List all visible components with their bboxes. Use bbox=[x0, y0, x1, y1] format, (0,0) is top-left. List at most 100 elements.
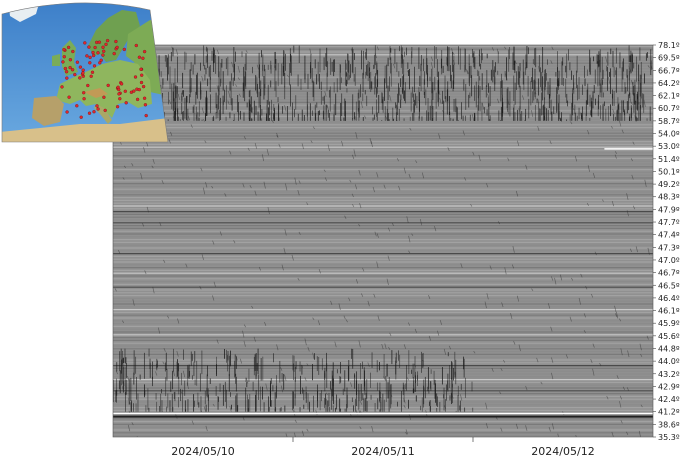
y-tick-label: 35.3º bbox=[658, 433, 680, 442]
y-tick-label: 47.9º bbox=[658, 205, 680, 214]
y-tick-label: 51.4º bbox=[658, 155, 680, 164]
station-marker bbox=[60, 85, 64, 89]
station-marker bbox=[141, 84, 146, 89]
station-marker bbox=[87, 111, 92, 115]
y-tick-label: 53.0º bbox=[658, 142, 680, 151]
y-tick-label: 42.9º bbox=[658, 382, 680, 391]
station-marker bbox=[65, 76, 69, 80]
station-marker bbox=[71, 49, 75, 54]
station-marker bbox=[89, 74, 93, 78]
station-marker bbox=[117, 87, 121, 92]
station-marker bbox=[92, 64, 97, 68]
station-marker bbox=[142, 96, 147, 100]
station-marker bbox=[91, 53, 96, 58]
magnetometer-chart: 78.1º 69.5º 66.7º 64.2º 62.1º 60.7º 58.7º 54.0º… bbox=[1, 2, 680, 458]
station-marker bbox=[103, 108, 107, 113]
x-tick-label: 2024/05/10 bbox=[171, 445, 234, 458]
station-marker bbox=[81, 71, 85, 75]
station-marker bbox=[104, 42, 108, 47]
station-marker bbox=[61, 60, 65, 64]
y-tick-label: 46.1º bbox=[658, 307, 680, 316]
station-marker bbox=[78, 76, 82, 80]
station-marker bbox=[115, 105, 120, 109]
station-marker bbox=[134, 43, 138, 48]
station-marker bbox=[137, 87, 141, 92]
station-marker bbox=[117, 92, 121, 96]
plot-area bbox=[113, 45, 653, 437]
x-tick-label: 2024/05/12 bbox=[531, 445, 594, 458]
station-marker bbox=[75, 104, 79, 108]
station-marker bbox=[97, 40, 102, 44]
y-tick-label: 50.1º bbox=[658, 167, 680, 176]
y-tick-label: 62.1º bbox=[658, 92, 680, 101]
station-marker bbox=[85, 54, 89, 58]
y-tick-label: 58.7º bbox=[658, 117, 680, 126]
station-marker bbox=[102, 49, 106, 53]
y-tick-label: 41.2º bbox=[658, 408, 680, 417]
y-tick-label: 43.2º bbox=[658, 370, 680, 379]
station-marker bbox=[124, 101, 128, 105]
station-marker bbox=[98, 61, 102, 65]
station-marker bbox=[112, 51, 116, 56]
y-tick-label: 46.5º bbox=[658, 281, 680, 290]
station-marker bbox=[86, 83, 90, 88]
station-marker bbox=[73, 72, 77, 77]
y-tick-label: 45.6º bbox=[658, 332, 680, 341]
station-marker bbox=[91, 50, 95, 55]
station-marker bbox=[93, 45, 97, 50]
y-tick-label: 49.2º bbox=[658, 180, 680, 189]
station-marker bbox=[68, 58, 73, 62]
y-tick-label: 38.6º bbox=[658, 420, 680, 429]
y-tick-label: 44.8º bbox=[658, 344, 680, 353]
station-marker bbox=[101, 53, 105, 57]
station-marker bbox=[135, 97, 140, 102]
station-marker bbox=[67, 95, 71, 99]
station-marker bbox=[96, 107, 100, 111]
station-marker bbox=[106, 83, 110, 88]
y-tick-label: 47.4º bbox=[658, 231, 680, 240]
station-marker bbox=[95, 104, 99, 108]
station-marker bbox=[88, 61, 92, 65]
station-marker bbox=[123, 89, 127, 93]
station-marker bbox=[139, 80, 144, 85]
station-marker bbox=[78, 65, 83, 69]
y-tick-label: 42.4º bbox=[658, 395, 680, 404]
y-tick-label: 66.7º bbox=[658, 66, 680, 75]
station-marker bbox=[140, 73, 144, 77]
station-marker bbox=[65, 110, 69, 114]
station-marker bbox=[81, 68, 85, 72]
station-marker bbox=[96, 51, 100, 55]
station-marker bbox=[129, 90, 134, 94]
station-marker bbox=[105, 38, 110, 43]
y-axis: 78.1º 69.5º 66.7º 64.2º 62.1º 60.7º 58.7º 54.0º… bbox=[653, 41, 680, 442]
station-marker bbox=[119, 82, 124, 86]
station-marker bbox=[118, 97, 122, 101]
europe-inset-map bbox=[1, 2, 169, 143]
station-marker bbox=[133, 75, 138, 79]
station-marker bbox=[68, 65, 72, 70]
station-marker bbox=[115, 45, 119, 50]
station-marker bbox=[75, 60, 80, 64]
station-marker bbox=[139, 67, 143, 71]
y-tick-label: 44.0º bbox=[658, 357, 680, 366]
station-marker bbox=[79, 115, 83, 119]
station-marker bbox=[95, 40, 99, 45]
station-marker bbox=[122, 47, 126, 52]
station-marker bbox=[141, 56, 145, 60]
station-marker bbox=[102, 95, 106, 99]
y-tick-label: 69.5º bbox=[658, 54, 680, 63]
y-tick-label: 46.4º bbox=[658, 294, 680, 303]
y-tick-label: 47.3º bbox=[658, 243, 680, 252]
station-marker bbox=[64, 70, 69, 74]
y-tick-label: 46.7º bbox=[658, 269, 680, 278]
station-marker bbox=[90, 70, 95, 74]
y-tick-label: 47.7º bbox=[658, 218, 680, 227]
station-marker bbox=[142, 49, 147, 54]
station-marker bbox=[66, 45, 71, 50]
station-marker bbox=[143, 103, 148, 107]
station-marker bbox=[82, 91, 86, 95]
station-marker bbox=[88, 55, 92, 60]
x-axis: 2024/05/10 2024/05/11 2024/05/12 bbox=[171, 437, 595, 458]
station-marker bbox=[62, 55, 66, 59]
station-marker bbox=[83, 41, 87, 45]
